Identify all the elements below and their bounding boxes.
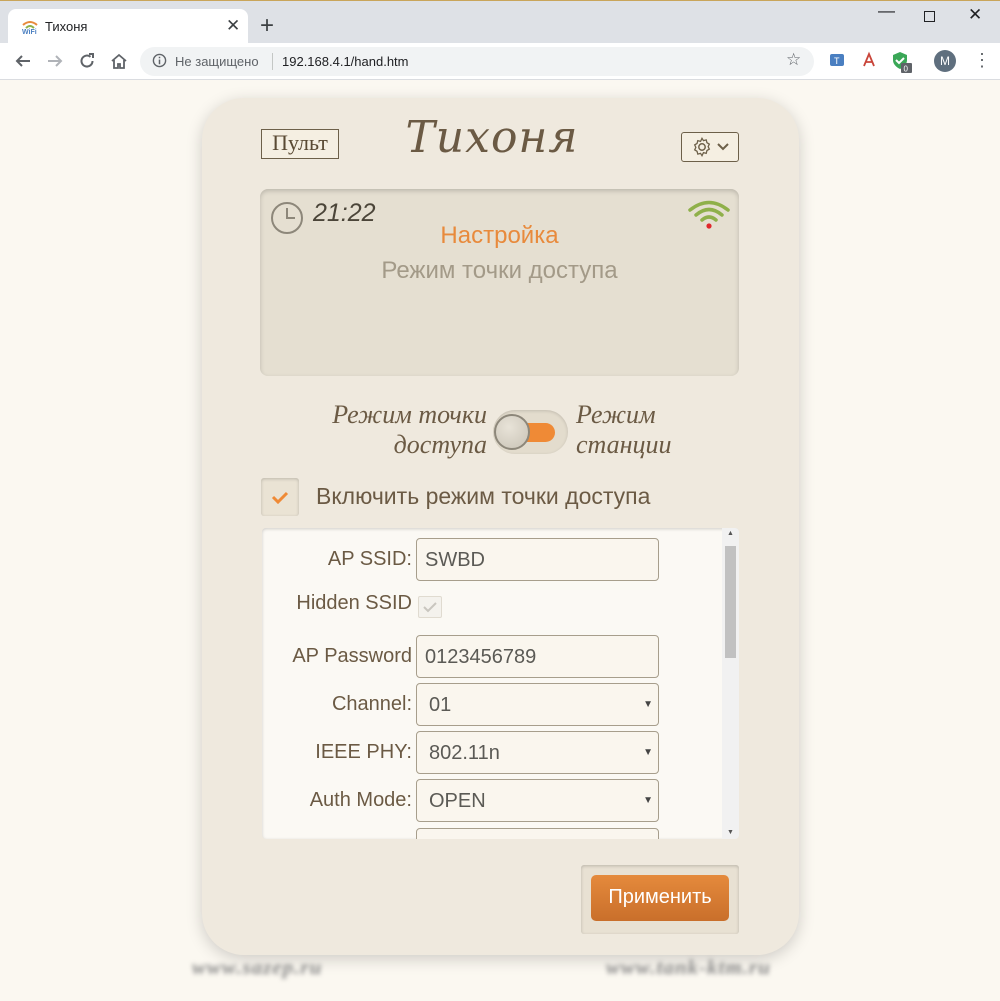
mode-ap-line1: Режим точки [332, 400, 487, 429]
home-icon[interactable] [105, 47, 133, 75]
status-subtitle: Режим точки доступа [381, 257, 618, 284]
browser-tab[interactable]: WiFi Тихоня ✕ [8, 9, 248, 44]
wifi-favicon-icon: WiFi [22, 21, 38, 35]
ap-settings-panel: AP SSID: SWBD Hidden SSID AP Password 01… [262, 528, 739, 839]
tab-title: Тихоня [45, 19, 88, 34]
status-display: 21:22 Настройка Режим точки доступа [260, 189, 739, 376]
channel-label: Channel: [331, 693, 412, 715]
chevron-down-icon [717, 143, 729, 151]
scroll-up-icon[interactable]: ▲ [727, 530, 734, 537]
mode-ap-label[interactable]: Режим точки доступа [282, 400, 487, 460]
checkmark-icon [271, 491, 289, 504]
dropdown-arrow-icon: ▼ [643, 795, 653, 806]
ap-password-input[interactable]: 0123456789 [416, 635, 659, 678]
pult-button[interactable]: Пульт [261, 129, 339, 159]
mode-toggle-switch[interactable] [493, 410, 568, 454]
toggle-knob[interactable] [494, 414, 530, 450]
extension-badge: 0 [904, 65, 909, 74]
browser-toolbar: Не защищено 192.168.4.1/hand.htm ☆ T 0 M… [0, 43, 1000, 80]
footer-link-left[interactable]: www.sazep.ru [192, 955, 397, 983]
ssid-input[interactable]: SWBD [416, 538, 659, 581]
tab-close-icon[interactable]: ✕ [226, 16, 240, 36]
dropdown-arrow-icon: ▼ [643, 699, 653, 710]
gear-icon [693, 136, 711, 158]
close-window-icon[interactable]: ✕ [968, 5, 982, 25]
reload-icon[interactable] [73, 47, 101, 75]
apply-button[interactable]: Применить [591, 875, 729, 921]
address-divider [272, 53, 273, 70]
browser-tab-strip: WiFi Тихоня ✕ + — ✕ [0, 0, 1000, 44]
new-tab-button[interactable]: + [260, 14, 274, 38]
profile-avatar[interactable]: M [934, 50, 956, 72]
panel-scrollbar[interactable]: ▲ ▼ [722, 528, 739, 839]
scroll-down-icon[interactable]: ▼ [727, 829, 734, 836]
ssid-label: AP SSID: [327, 548, 412, 570]
url-text[interactable]: 192.168.4.1/hand.htm [282, 54, 409, 69]
auth-mode-select[interactable]: OPEN ▼ [416, 779, 659, 822]
svg-text:T: T [834, 56, 840, 66]
forward-icon[interactable] [41, 47, 69, 75]
back-icon[interactable] [9, 47, 37, 75]
mode-ap-line2: доступа [393, 430, 487, 459]
footer-link-right[interactable]: www.tank-ktm.ru [606, 955, 802, 983]
mode-station-label[interactable]: Режим станции [576, 400, 746, 460]
dropdown-arrow-icon: ▼ [643, 747, 653, 758]
settings-button[interactable] [681, 132, 739, 162]
scrollbar-thumb[interactable] [725, 546, 736, 658]
enable-ap-label[interactable]: Включить режим точки доступа [316, 483, 650, 510]
bookmark-star-icon[interactable]: ☆ [786, 50, 801, 70]
mode-station-line1: Режим [576, 400, 656, 429]
pdf-extension-icon[interactable] [860, 51, 878, 69]
status-title: Настройка [440, 222, 559, 249]
ieee-phy-select[interactable]: 802.11n ▼ [416, 731, 659, 774]
next-field-select[interactable] [416, 828, 659, 839]
hidden-ssid-checkbox[interactable] [418, 596, 442, 618]
page-title: Тихоня [405, 112, 579, 163]
minimize-icon[interactable]: — [878, 1, 895, 21]
info-icon[interactable] [152, 53, 167, 68]
checkmark-icon [423, 601, 437, 612]
translate-extension-icon[interactable]: T [828, 51, 846, 69]
ap-password-label: AP Password [292, 645, 412, 667]
channel-value: 01 [429, 694, 452, 716]
remote-card: Пульт Тихоня 21:22 Настройка Режим точки… [202, 98, 799, 955]
maximize-icon[interactable] [924, 5, 936, 28]
apply-button-frame: Применить [581, 865, 739, 934]
auth-mode-label: Auth Mode: [309, 789, 412, 811]
ieee-phy-value: 802.11n [429, 742, 500, 764]
browser-menu-icon[interactable]: ⋮ [973, 49, 991, 71]
security-label: Не защищено [175, 54, 259, 69]
enable-ap-checkbox[interactable] [261, 478, 299, 516]
auth-mode-value: OPEN [429, 790, 486, 812]
address-bar[interactable]: Не защищено 192.168.4.1/hand.htm ☆ [140, 47, 814, 76]
svg-text:WiFi: WiFi [22, 29, 37, 35]
channel-select[interactable]: 01 ▼ [416, 683, 659, 726]
mode-station-line2: станции [576, 430, 672, 459]
ieee-phy-label: IEEE PHY: [315, 741, 412, 763]
hidden-ssid-label: Hidden SSID [296, 592, 412, 614]
shield-extension-icon[interactable]: 0 [891, 51, 912, 74]
